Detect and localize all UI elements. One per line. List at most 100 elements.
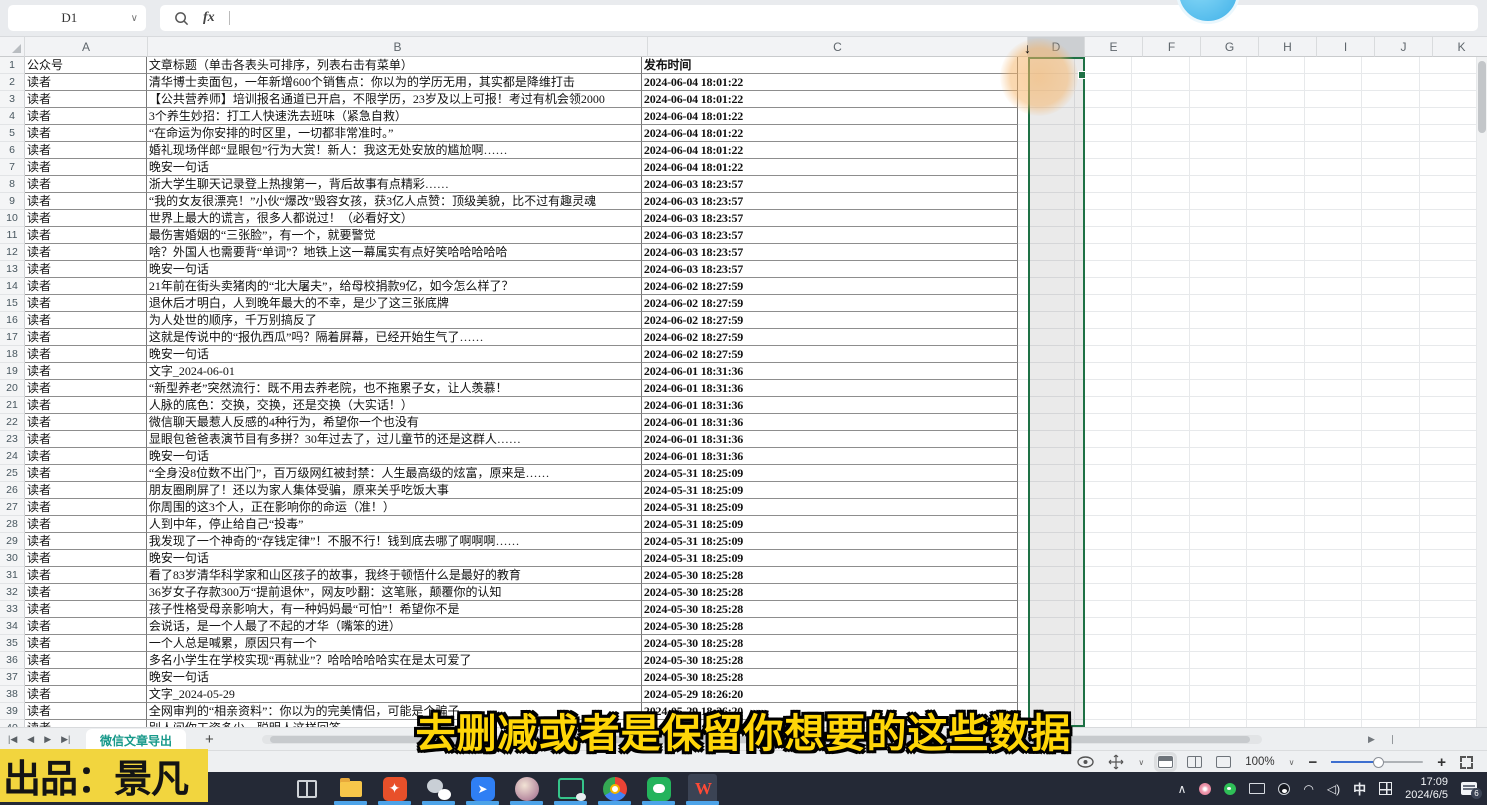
cell-f30[interactable]: [1132, 550, 1189, 567]
cell-f13[interactable]: [1132, 261, 1189, 278]
row-header-15[interactable]: 15: [0, 295, 25, 312]
cell-a16[interactable]: 读者: [25, 312, 147, 329]
cell-g28[interactable]: [1190, 516, 1247, 533]
cell-b3[interactable]: 【公共营养师】培训报名通道已开启，不限学历，23岁及以上可报！考过有机会领200…: [147, 91, 642, 108]
cell-b35[interactable]: 一个人总是喊累，原因只有一个: [147, 635, 642, 652]
cell-k2[interactable]: [1420, 74, 1477, 91]
row-header-37[interactable]: 37: [0, 669, 25, 686]
chevron-down-icon[interactable]: ∨: [1138, 758, 1144, 767]
cell-j35[interactable]: [1362, 635, 1419, 652]
cell-i1[interactable]: [1305, 57, 1362, 74]
zoom-in-button[interactable]: +: [1437, 755, 1446, 770]
cell-g33[interactable]: [1190, 601, 1247, 618]
cell-g2[interactable]: [1190, 74, 1247, 91]
row-header-29[interactable]: 29: [0, 533, 25, 550]
cell-f24[interactable]: [1132, 448, 1189, 465]
cell-k10[interactable]: [1420, 210, 1477, 227]
cell-f16[interactable]: [1132, 312, 1189, 329]
cell-g5[interactable]: [1190, 125, 1247, 142]
cell-h34[interactable]: [1247, 618, 1304, 635]
cell-k22[interactable]: [1420, 414, 1477, 431]
cell-c13[interactable]: 2024-06-03 18:23:57: [642, 261, 1018, 278]
cell-a13[interactable]: 读者: [25, 261, 147, 278]
cell-f4[interactable]: [1132, 108, 1189, 125]
zoom-slider-thumb[interactable]: [1373, 757, 1384, 768]
cell-c15[interactable]: 2024-06-02 18:27:59: [642, 295, 1018, 312]
cell-a21[interactable]: 读者: [25, 397, 147, 414]
row-header-7[interactable]: 7: [0, 159, 25, 176]
cell-c7[interactable]: 2024-06-04 18:01:22: [642, 159, 1018, 176]
row-header-32[interactable]: 32: [0, 584, 25, 601]
tray-flower-icon[interactable]: [1199, 783, 1211, 795]
row-header-30[interactable]: 30: [0, 550, 25, 567]
cell-g12[interactable]: [1190, 244, 1247, 261]
cell-a2[interactable]: 读者: [25, 74, 147, 91]
cell-i17[interactable]: [1305, 329, 1362, 346]
cell-b37[interactable]: 晚安一句话: [147, 669, 642, 686]
cell-f38[interactable]: [1132, 686, 1189, 703]
cell-h40[interactable]: [1247, 720, 1304, 727]
cell-f18[interactable]: [1132, 346, 1189, 363]
row-header-23[interactable]: 23: [0, 431, 25, 448]
cell-h23[interactable]: [1247, 431, 1304, 448]
horizontal-scrollbar[interactable]: [262, 735, 1262, 744]
row-header-9[interactable]: 9: [0, 193, 25, 210]
cell-h16[interactable]: [1247, 312, 1304, 329]
cell-i38[interactable]: [1305, 686, 1362, 703]
row-header-3[interactable]: 3: [0, 91, 25, 108]
column-header-G[interactable]: G: [1201, 37, 1259, 57]
cell-a7[interactable]: 读者: [25, 159, 147, 176]
cell-a8[interactable]: 读者: [25, 176, 147, 193]
cell-j5[interactable]: [1362, 125, 1419, 142]
tray-chevron-up-icon[interactable]: ∧: [1178, 782, 1187, 796]
cell-g27[interactable]: [1190, 499, 1247, 516]
cell-g38[interactable]: [1190, 686, 1247, 703]
cell-h12[interactable]: [1247, 244, 1304, 261]
cell-c12[interactable]: 2024-06-03 18:23:57: [642, 244, 1018, 261]
normal-view-icon[interactable]: [1158, 756, 1173, 768]
cell-a10[interactable]: 读者: [25, 210, 147, 227]
select-all-corner[interactable]: [0, 37, 25, 57]
tray-wechat-icon[interactable]: [1224, 783, 1236, 795]
cell-a33[interactable]: 读者: [25, 601, 147, 618]
cell-g20[interactable]: [1190, 380, 1247, 397]
cell-i28[interactable]: [1305, 516, 1362, 533]
cell-j21[interactable]: [1362, 397, 1419, 414]
cell-a23[interactable]: 读者: [25, 431, 147, 448]
cell-h24[interactable]: [1247, 448, 1304, 465]
column-header-J[interactable]: J: [1375, 37, 1433, 57]
wps-office-button[interactable]: W: [688, 774, 717, 803]
wifi-icon[interactable]: ◠: [1303, 785, 1313, 793]
cell-f7[interactable]: [1132, 159, 1189, 176]
task-view-button[interactable]: [292, 774, 321, 803]
row-header-34[interactable]: 34: [0, 618, 25, 635]
cell-g14[interactable]: [1190, 278, 1247, 295]
cell-a28[interactable]: 读者: [25, 516, 147, 533]
cell-j16[interactable]: [1362, 312, 1419, 329]
row-header-22[interactable]: 22: [0, 414, 25, 431]
cell-h7[interactable]: [1247, 159, 1304, 176]
cell-a14[interactable]: 读者: [25, 278, 147, 295]
cell-g7[interactable]: [1190, 159, 1247, 176]
horizontal-scrollbar-thumb[interactable]: [270, 736, 1250, 743]
column-header-H[interactable]: H: [1259, 37, 1317, 57]
cell-g37[interactable]: [1190, 669, 1247, 686]
cell-f37[interactable]: [1132, 669, 1189, 686]
cell-b11[interactable]: 最伤害婚姻的“三张脸”，有一个，就要警觉: [147, 227, 642, 244]
pdf-app-button[interactable]: ✦: [380, 774, 409, 803]
cell-i37[interactable]: [1305, 669, 1362, 686]
cell-g4[interactable]: [1190, 108, 1247, 125]
cell-k34[interactable]: [1420, 618, 1477, 635]
cell-j40[interactable]: [1362, 720, 1419, 727]
cell-g9[interactable]: [1190, 193, 1247, 210]
row-header-24[interactable]: 24: [0, 448, 25, 465]
cell-i3[interactable]: [1305, 91, 1362, 108]
split-handle-icon[interactable]: ❘: [1389, 734, 1397, 745]
row-header-18[interactable]: 18: [0, 346, 25, 363]
row-header-1[interactable]: 1: [0, 57, 25, 74]
cell-a4[interactable]: 读者: [25, 108, 147, 125]
row-header-16[interactable]: 16: [0, 312, 25, 329]
cell-i12[interactable]: [1305, 244, 1362, 261]
cell-k16[interactable]: [1420, 312, 1477, 329]
cell-i13[interactable]: [1305, 261, 1362, 278]
